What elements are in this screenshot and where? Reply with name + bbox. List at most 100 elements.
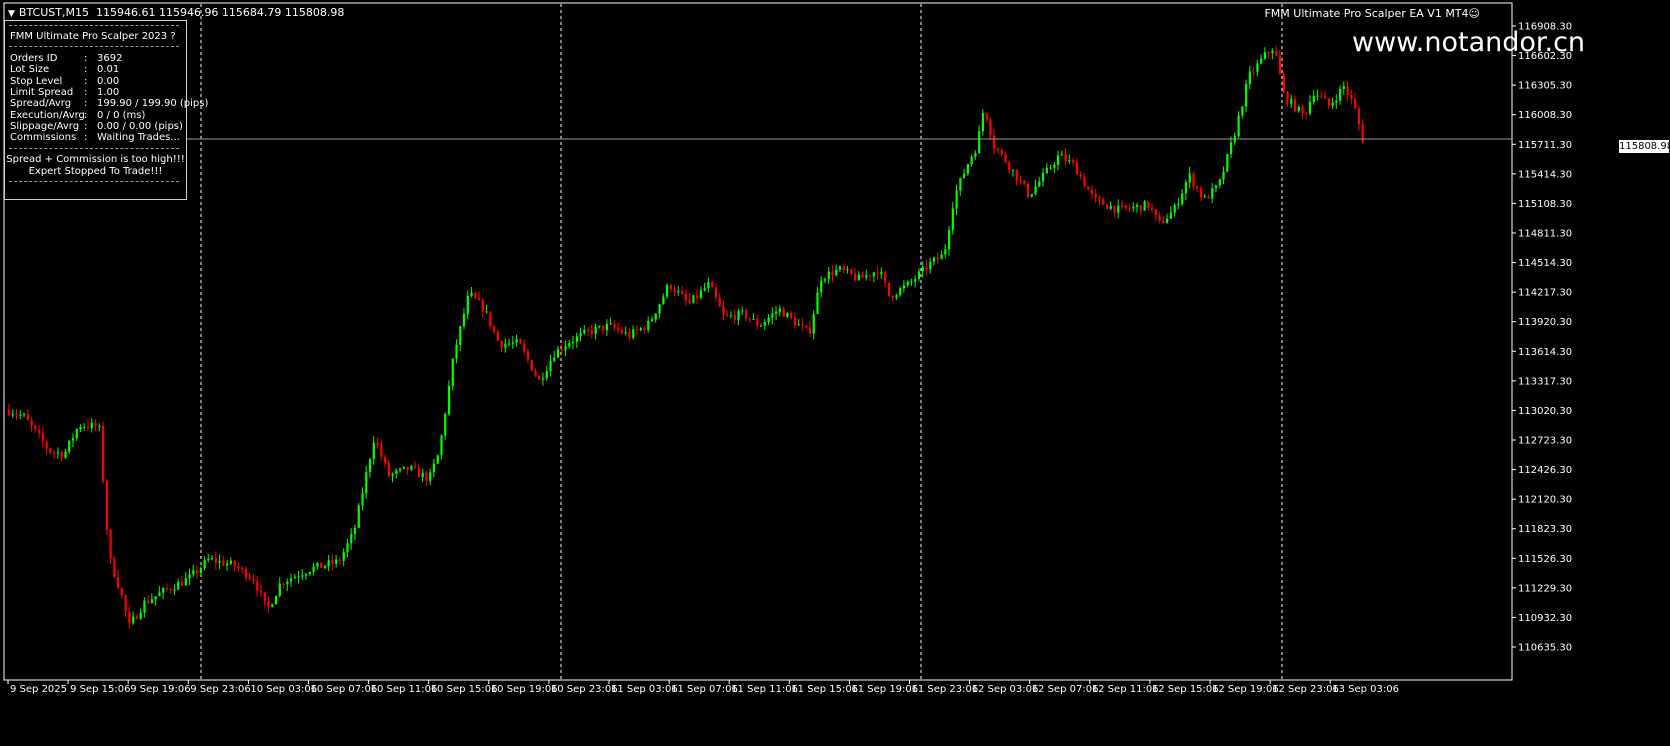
bear-candle [1102, 199, 1105, 205]
bull-candle [75, 429, 78, 439]
bear-candle [711, 282, 714, 288]
price-tick-label: 113317.30 [1518, 376, 1572, 387]
bull-candle [1226, 154, 1229, 172]
bear-candle [993, 135, 996, 149]
price-tick-label: 111526.30 [1518, 554, 1572, 565]
bull-candle [139, 612, 142, 619]
price-chart[interactable]: 116908.30116602.30116305.30116008.301157… [0, 0, 1670, 746]
bull-candle [981, 113, 985, 132]
vertical-grid [200, 4, 1283, 680]
panel-row: Limit Spread:1.00 [10, 87, 119, 99]
panel-title: FMM Ultimate Pro Scalper 2023 ? [10, 31, 176, 42]
panel-row-value: 3692 [97, 53, 123, 64]
bear-candle [384, 456, 387, 463]
bull-candle [703, 288, 706, 291]
bear-candle [120, 588, 123, 596]
bull-candle [692, 295, 695, 303]
bull-candle [218, 560, 221, 563]
bull-candle [1218, 179, 1221, 186]
bear-candle [478, 298, 481, 301]
bull-candle [677, 291, 680, 293]
panel-row: Lot Size:0.01 [10, 64, 119, 76]
candlestick-series [8, 45, 1364, 629]
bull-candle [594, 326, 597, 334]
triangle-down-icon[interactable]: ▼ [8, 9, 15, 19]
bear-candle [376, 442, 379, 446]
bull-candle [312, 566, 315, 573]
bull-candle [654, 313, 657, 320]
bear-candle [1023, 180, 1026, 185]
bear-candle [135, 616, 139, 619]
bull-candle [624, 332, 627, 334]
bear-candle [45, 441, 48, 449]
panel-row-key: Execution/Avrg [10, 109, 85, 121]
bear-candle [1327, 98, 1330, 106]
bull-candle [455, 344, 458, 359]
price-tick-label: 113920.30 [1518, 317, 1572, 328]
bull-candle [342, 552, 345, 562]
bull-candle [1237, 115, 1240, 137]
bear-candle [590, 330, 593, 334]
bull-candle [549, 360, 552, 372]
bull-candle [68, 440, 71, 452]
bull-candle [440, 435, 443, 456]
time-tick-label: 11 Sep 11:06 [731, 684, 798, 695]
bull-candle [350, 533, 353, 544]
bull-candle [970, 156, 973, 165]
bear-candle [53, 452, 56, 454]
panel-divider [9, 25, 179, 26]
time-tick-label: 12 Sep 23:06 [1272, 684, 1339, 695]
bear-candle [688, 299, 691, 303]
bear-candle [8, 409, 11, 415]
bull-candle [1312, 95, 1315, 102]
bull-candle [932, 257, 936, 262]
expert-label: FMM Ultimate Pro Scalper EA V1 MT4☺ [1264, 7, 1480, 20]
bear-candle [263, 592, 266, 602]
panel-row-value: 0.01 [97, 64, 120, 76]
panel-row-colon: : [84, 64, 88, 76]
price-axis: 116908.30116602.30116305.30116008.301157… [1512, 22, 1572, 654]
price-tick-label: 114217.30 [1518, 288, 1572, 299]
bear-candle [489, 311, 492, 327]
bull-candle [1169, 212, 1173, 219]
bear-candle [1000, 150, 1003, 154]
bear-candle [617, 327, 620, 330]
bull-candle [910, 281, 913, 283]
bull-candle [797, 324, 800, 326]
bull-candle [650, 319, 654, 321]
bull-candle [1263, 52, 1267, 59]
bull-candle [846, 269, 849, 271]
bear-candle [109, 529, 112, 559]
bull-candle [203, 560, 206, 569]
bear-candle [180, 581, 184, 586]
bear-candle [1301, 106, 1304, 114]
panel-row: Spread/Avrg:199.90 / 199.90 (pips) [10, 98, 208, 110]
bull-candle [699, 290, 703, 298]
bull-candle [1034, 186, 1037, 195]
bear-candle [124, 595, 127, 612]
time-tick-label: 9 Sep 15:06 [70, 684, 130, 695]
panel-row: Orders ID:3692 [10, 53, 122, 65]
bear-candle [1357, 108, 1361, 125]
panel-row-colon: : [84, 53, 88, 64]
bear-candle [1090, 189, 1094, 194]
bull-candle [752, 318, 755, 320]
bull-candle [432, 463, 436, 473]
bear-candle [613, 323, 616, 328]
bear-candle [673, 289, 676, 293]
bear-candle [474, 292, 477, 299]
bull-candle [816, 292, 819, 314]
price-tick-label: 114811.30 [1518, 229, 1572, 240]
time-tick-label: 12 Sep 15:06 [1152, 684, 1219, 695]
bull-candle [1203, 196, 1206, 198]
bull-candle [948, 229, 951, 250]
panel-row: Stop Level:0.00 [10, 76, 119, 88]
time-tick-label: 10 Sep 23:06 [551, 684, 618, 695]
bear-candle [1154, 209, 1157, 216]
bear-candle [1105, 204, 1109, 209]
bear-candle [60, 452, 63, 458]
bear-candle [1267, 52, 1270, 54]
panel-divider [9, 181, 179, 182]
bull-candle [838, 266, 842, 270]
bear-candle [523, 343, 526, 352]
